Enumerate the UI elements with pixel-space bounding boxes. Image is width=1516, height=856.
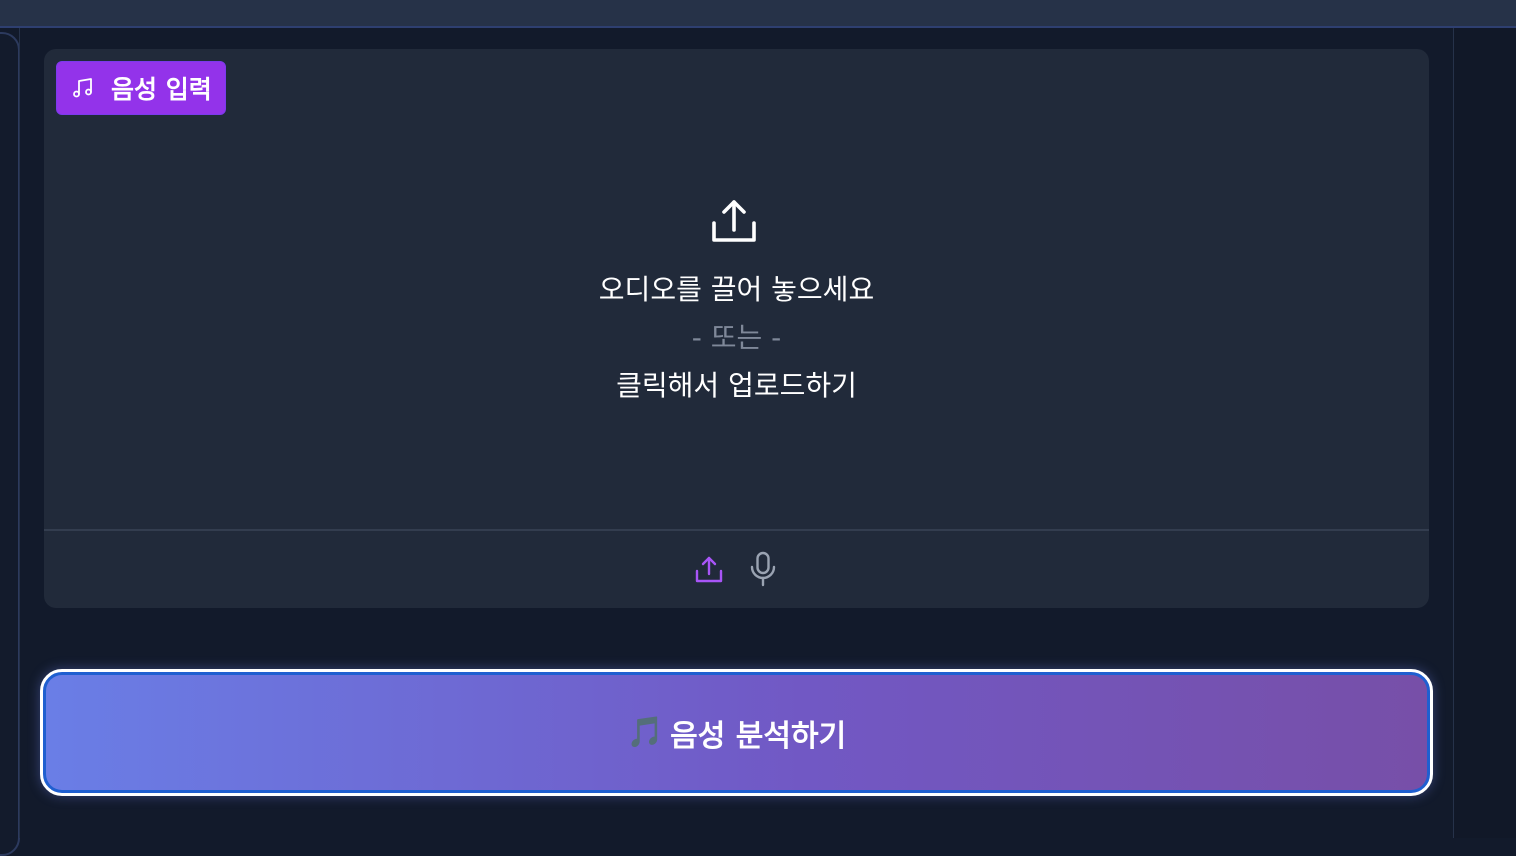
music-note-icon: 🎵: [626, 715, 665, 750]
analyze-voice-button-body: 🎵 음성 분석하기: [46, 675, 1427, 790]
upload-icon: [694, 554, 724, 588]
analyze-voice-button[interactable]: 🎵 음성 분석하기: [40, 669, 1433, 796]
dropzone-or-text: - 또는 -: [691, 321, 782, 354]
audio-input-card: 오디오를 끌어 놓으세요 - 또는 - 클릭해서 업로드하기 음성 입력: [44, 49, 1429, 608]
left-divider: [19, 28, 20, 838]
audio-input-badge-label: 음성 입력: [111, 75, 212, 104]
upload-source-button[interactable]: [692, 552, 726, 590]
music-note-icon: [71, 76, 95, 100]
right-divider: [1453, 28, 1454, 838]
left-panel-edge: [0, 32, 20, 856]
microphone-icon: [749, 551, 777, 591]
microphone-source-button[interactable]: [746, 551, 780, 591]
dropzone-drag-text: 오디오를 끌어 놓으세요: [598, 273, 875, 306]
audio-dropzone[interactable]: 오디오를 끌어 놓으세요 - 또는 - 클릭해서 업로드하기: [44, 49, 1429, 529]
right-column: [1454, 28, 1516, 838]
analyze-voice-button-label: 음성 분석하기: [670, 718, 847, 754]
audio-input-badge: 음성 입력: [56, 61, 226, 115]
source-selector: [44, 529, 1429, 608]
top-bar: [0, 0, 1516, 28]
upload-icon: [710, 197, 758, 245]
dropzone-click-text: 클릭해서 업로드하기: [616, 369, 857, 402]
